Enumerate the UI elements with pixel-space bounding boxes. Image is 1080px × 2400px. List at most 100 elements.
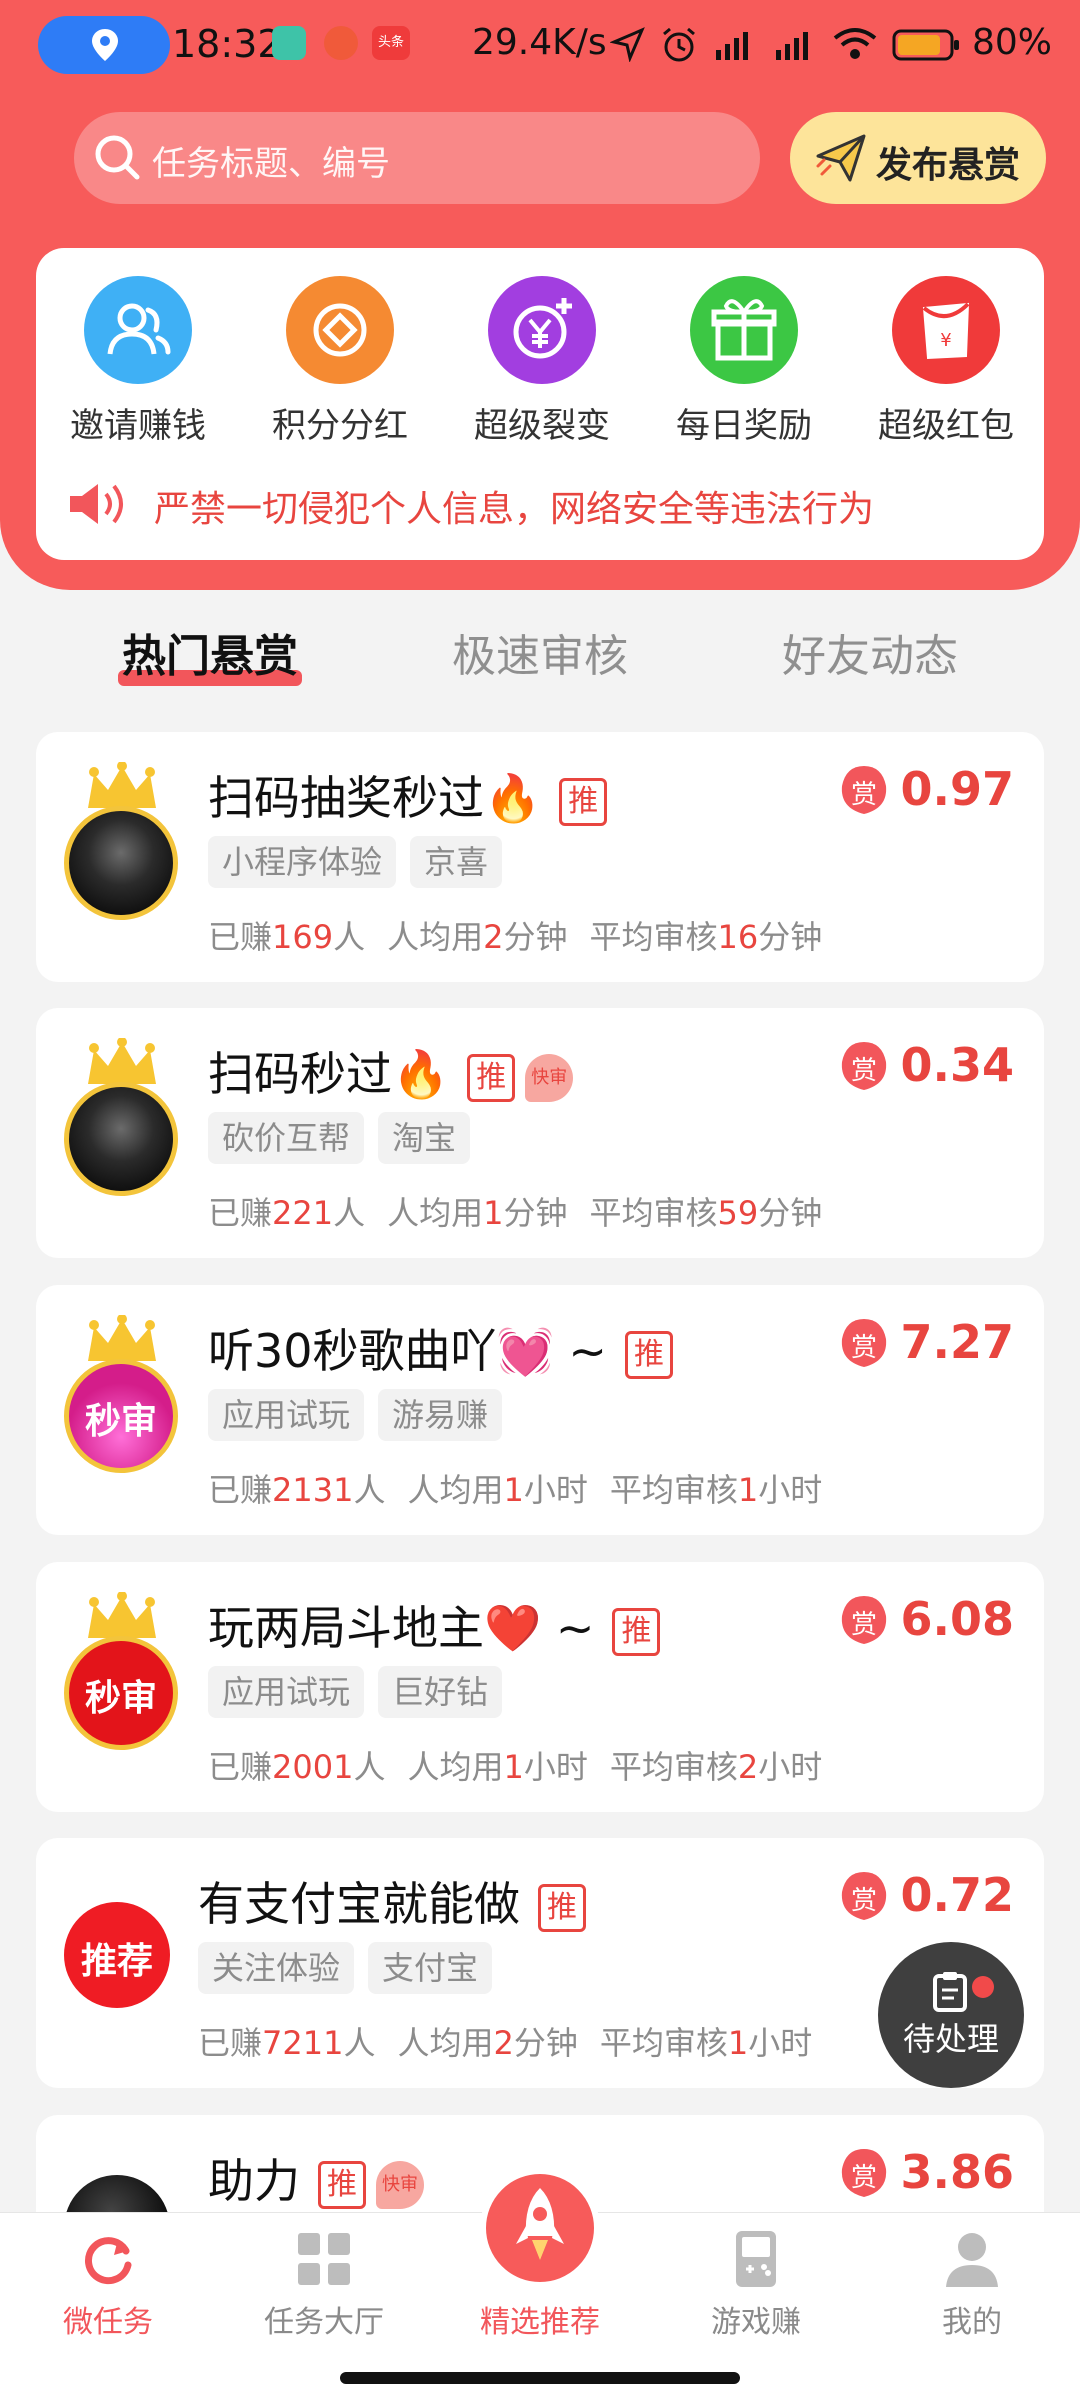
menu-super-red-packet[interactable]: ¥ 超级红包 [856,276,1036,447]
menu-label-daily: 每日奖励 [676,406,812,446]
task-tag: 巨好钻 [378,1666,503,1718]
nav-micro-tasks[interactable]: 微任务 [0,2213,216,2363]
speaker-icon [70,484,123,524]
nav-task-hall[interactable]: 任务大厅 [216,2213,432,2363]
signal-hd-2-icon [776,32,808,60]
crown-icon [88,1315,156,1361]
refresh-icon [85,2237,132,2285]
crown-icon [88,1038,156,1084]
signal-hd-1-icon [716,32,748,60]
user-avatar-photo [64,1082,178,1196]
nav-label-featured: 精选推荐 [480,2305,600,2340]
nav-mine[interactable]: 我的 [864,2213,1080,2363]
tab-hot-bounty[interactable]: 热门悬赏 [90,620,330,684]
toutiao-notif-icon: 头条 [372,26,410,60]
reward-badge-icon: 赏 [838,1870,890,1922]
nav-game-earn[interactable]: 游戏赚 [648,2213,864,2363]
task-title: 扫码秒过🔥 推快审 [208,1038,574,1104]
search-input[interactable]: 任务标题、编号 [74,112,760,204]
reward-badge-icon: 赏 [838,2147,890,2199]
menu-super-fission[interactable]: 超级裂变 [452,276,632,447]
task-tags: 应用试玩 巨好钻 [208,1666,516,1718]
tab-friend-activity[interactable]: 好友动态 [750,620,990,684]
menu-label-fission: 超级裂变 [474,406,610,446]
recommend-badge: 推 [612,1607,661,1656]
task-tag: 应用试玩 [208,1389,365,1441]
task-card[interactable]: 扫码抽奖秒过🔥 推 小程序体验 京喜 已赚169人 人均用2分钟 平均审核16分钟 赏 … [36,732,1044,982]
location-pill [38,16,170,74]
task-card[interactable]: 秒审 玩两局斗地主❤️ ~ 推 应用试玩 巨好钻 已赚2001人 人均用1小时 平均审核… [36,1562,1044,1812]
menu-label-invite: 邀请赚钱 [70,406,206,446]
crown-icon [88,762,156,808]
task-title: 有支付宝就能做推 [198,1868,586,1934]
recommend-badge: 推 [538,1883,586,1932]
task-avatar [64,1038,180,1198]
battery-icon [892,29,959,61]
task-tag: 游易赚 [378,1389,503,1441]
task-tags: 小程序体验 京喜 [208,836,516,888]
invite-users-icon [84,276,192,384]
notice-bar: 严禁一切侵犯个人信息，网络安全等违法行为 [66,476,1026,532]
clipboard-icon [933,1972,967,2012]
battery-percent: 80% [972,22,1053,63]
task-tag: 淘宝 [378,1112,471,1164]
task-title-text: 助力 [208,2154,300,2208]
task-tag: 应用试玩 [208,1666,365,1718]
tab-fast-review[interactable]: 极速审核 [420,620,660,684]
menu-label-points: 积分分红 [272,406,408,446]
task-reward-value: 0.72 [900,1868,1015,1922]
task-stats: 已赚2001人 人均用1小时 平均审核2小时 [208,1748,823,1786]
task-card[interactable]: 秒审 听30秒歌曲吖💓 ~ 推 应用试玩 游易赚 已赚2131人 人均用1小时 平均审核… [36,1285,1044,1535]
recommend-badge: 推 [318,2160,366,2209]
network-speed: 29.4K/s [472,22,607,63]
task-card[interactable]: 扫码秒过🔥 推快审 砍价互帮 淘宝 已赚221人 人均用1分钟 平均审核59分钟 赏 0… [36,1008,1044,1258]
menu-label-redpacket: 超级红包 [878,406,1014,446]
points-coin-icon [286,276,394,384]
nav-label-mine: 我的 [942,2305,1002,2340]
yuan-plus-icon [488,276,596,384]
alarm-icon [663,27,695,62]
miaoshen-avatar: 秒审 [64,1359,178,1473]
menu-invite-earn[interactable]: 邀请赚钱 [48,276,228,447]
task-avatar: 秒审 [64,1315,180,1475]
publish-bounty-button[interactable]: 发布悬赏 [790,112,1046,204]
task-reward-value: 7.27 [900,1315,1015,1369]
recommend-badge: 推 [559,777,608,826]
status-time: 18:32 [172,22,282,66]
task-title: 助力推快审 [208,2145,424,2211]
fast-review-badge: 快审 [376,2160,424,2209]
user-avatar-photo [64,806,178,920]
search-icon [95,135,140,180]
red-packet-icon: ¥ [892,276,1000,384]
task-stats: 已赚169人 人均用2分钟 平均审核16分钟 [208,918,823,956]
featured-center-button[interactable] [480,2168,600,2288]
telegram-notif-icon [272,26,306,60]
task-title-text: 听30秒歌曲吖💓 ~ [208,1324,607,1378]
nav-label-game: 游戏赚 [711,2305,801,2340]
fast-review-badge: 快审 [525,1053,574,1102]
status-bar: 18:32 头条 29.4K/s 80% [0,0,1080,90]
task-stats: 已赚2131人 人均用1小时 平均审核1小时 [208,1471,823,1509]
gift-box-icon [690,276,798,384]
notice-text: 严禁一切侵犯个人信息，网络安全等违法行为 [154,489,875,530]
pending-tasks-button[interactable]: 待处理 [878,1942,1024,2088]
task-title: 扫码抽奖秒过🔥 推 [208,762,608,828]
recommend-avatar: 推荐 [64,1902,170,2008]
category-tabs: 热门悬赏 极速审核 好友动态 [0,620,1080,700]
task-stats: 已赚7211人 人均用2分钟 平均审核1小时 [198,2024,813,2062]
home-indicator[interactable] [340,2372,740,2384]
menu-points-dividend[interactable]: 积分分红 [250,276,430,447]
task-title-text: 有支付宝就能做 [198,1877,520,1931]
reward-badge-icon: 赏 [838,1040,890,1092]
menu-daily-reward[interactable]: 每日奖励 [654,276,834,447]
task-reward-value: 0.34 [900,1038,1015,1092]
task-tag: 关注体验 [198,1942,355,1994]
task-reward-value: 6.08 [900,1592,1015,1646]
paper-plane-icon [816,134,866,182]
location-pin-icon [92,29,118,61]
svg-text:¥: ¥ [940,330,951,351]
task-tag: 小程序体验 [208,836,397,888]
task-title: 玩两局斗地主❤️ ~ 推 [208,1592,661,1658]
reward-badge-icon: 赏 [838,1594,890,1646]
task-title: 听30秒歌曲吖💓 ~ 推 [208,1315,673,1381]
